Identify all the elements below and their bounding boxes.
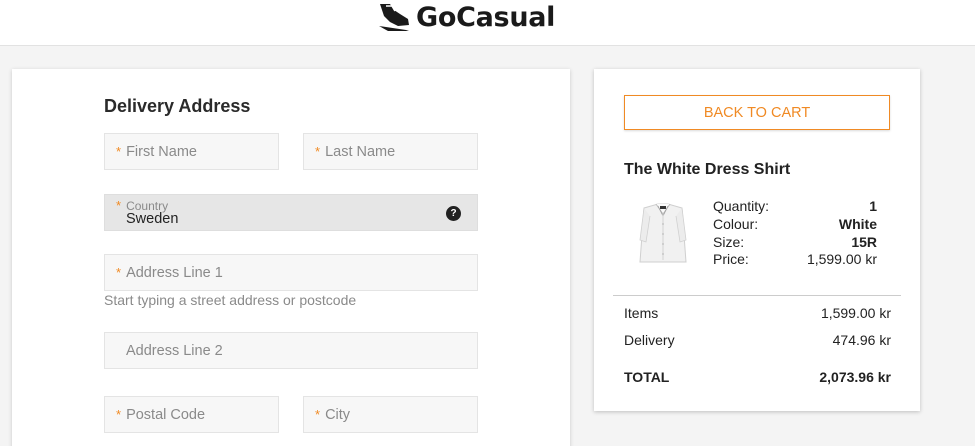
address-line-2-placeholder: Address Line 2 xyxy=(126,342,223,359)
spec-label: Quantity: xyxy=(713,198,770,214)
address-line-1-field[interactable]: * Address Line 1 xyxy=(104,254,478,291)
spec-value: 15R xyxy=(851,234,877,250)
required-marker: * xyxy=(116,198,122,213)
summary-divider xyxy=(613,295,901,296)
first-name-field[interactable]: * First Name xyxy=(104,133,279,170)
first-name-placeholder: First Name xyxy=(126,143,197,160)
required-marker: * xyxy=(116,144,122,159)
items-value: 1,599.00 kr xyxy=(820,305,891,321)
product-title: The White Dress Shirt xyxy=(624,161,791,178)
back-to-cart-button[interactable]: BACK TO CART xyxy=(624,95,890,130)
spec-label: Size: xyxy=(713,234,745,250)
brand-name: GoCasual xyxy=(416,1,556,33)
brand-logo[interactable]: GoCasual xyxy=(376,0,555,34)
address-line-2-field[interactable]: Address Line 2 xyxy=(104,332,478,369)
site-header: GoCasual xyxy=(0,0,975,46)
last-name-placeholder: Last Name xyxy=(325,143,396,160)
total-label: TOTAL xyxy=(624,369,670,385)
spec-value: 1,599.00 kr xyxy=(806,251,877,267)
address-hint: Start typing a street address or postcod… xyxy=(104,292,357,308)
required-marker: * xyxy=(116,407,122,422)
spec-value: White xyxy=(838,216,877,232)
required-marker: * xyxy=(315,407,321,422)
postal-code-field[interactable]: * Postal Code xyxy=(104,396,279,433)
sneaker-icon xyxy=(379,4,409,31)
required-marker: * xyxy=(116,265,122,280)
total-value: 2,073.96 kr xyxy=(819,369,891,385)
spec-value: 1 xyxy=(869,198,877,214)
city-field[interactable]: * City xyxy=(303,396,478,433)
items-row: Items 1,599.00 kr xyxy=(624,305,891,321)
country-select[interactable]: * Country Sweden ? xyxy=(104,194,478,231)
address-line-1-placeholder: Address Line 1 xyxy=(126,264,223,281)
white-dress-shirt-image xyxy=(636,200,690,273)
delivery-value: 474.96 kr xyxy=(832,332,891,348)
spec-label: Price: xyxy=(713,251,749,267)
total-row: TOTAL 2,073.96 kr xyxy=(624,369,891,385)
spec-colour: Colour: White xyxy=(713,216,877,232)
items-label: Items xyxy=(624,305,659,321)
last-name-field[interactable]: * Last Name xyxy=(303,133,478,170)
delivery-address-heading: Delivery Address xyxy=(104,96,251,116)
delivery-row: Delivery 474.96 kr xyxy=(624,332,891,348)
delivery-label: Delivery xyxy=(624,332,675,348)
spec-label: Colour: xyxy=(713,216,759,232)
required-marker: * xyxy=(315,144,321,159)
spec-quantity: Quantity: 1 xyxy=(713,198,877,214)
spec-price: Price: 1,599.00 kr xyxy=(713,251,877,267)
spec-size: Size: 15R xyxy=(713,234,877,250)
city-placeholder: City xyxy=(325,406,351,423)
postal-code-placeholder: Postal Code xyxy=(126,406,206,423)
help-icon[interactable]: ? xyxy=(446,206,461,221)
country-value: Sweden xyxy=(126,211,179,227)
